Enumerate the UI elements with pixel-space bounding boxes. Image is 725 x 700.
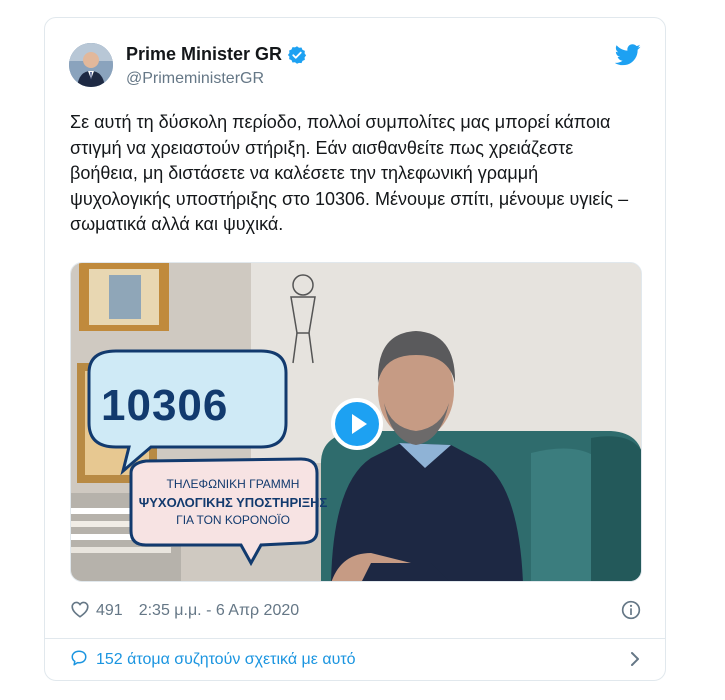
twitter-bird-icon[interactable] — [614, 44, 641, 66]
video-player[interactable]: 10306 ΤΗΛΕΦΩΝΙΚΗ ΓΡΑΜΜΗ ΨΥΧΟΛΟΓΙΚΗΣ ΥΠΟΣ… — [70, 262, 642, 582]
video-overlay-line-1: ΤΗΛΕΦΩΝΙΚΗ ΓΡΑΜΜΗ — [166, 477, 300, 491]
heart-icon[interactable] — [70, 600, 96, 623]
verified-badge-icon — [287, 45, 307, 65]
author-name[interactable]: Prime Minister GR — [126, 44, 282, 65]
tweet-timestamp[interactable]: 2:35 μ.μ. - 6 Απρ 2020 — [139, 602, 299, 620]
chevron-right-icon[interactable] — [629, 650, 641, 668]
discussion-link[interactable]: 152 άτομα συζητούν σχετικά με αυτό — [70, 649, 641, 671]
tweet-meta: 491 2:35 μ.μ. - 6 Απρ 2020 — [70, 600, 641, 622]
info-icon[interactable] — [621, 600, 641, 620]
avatar[interactable] — [69, 43, 113, 87]
tweet-header: Prime Minister GR @PrimeministerGR — [69, 40, 641, 90]
play-icon — [351, 414, 367, 434]
like-count[interactable]: 491 — [96, 602, 123, 620]
author-name-row[interactable]: Prime Minister GR — [126, 44, 307, 65]
video-overlay-number: 10306 — [101, 381, 229, 430]
tweet-card: Prime Minister GR @PrimeministerGR Σε αυ… — [44, 17, 666, 681]
author-handle[interactable]: @PrimeministerGR — [126, 70, 264, 88]
video-overlay-line-2: ΨΥΧΟΛΟΓΙΚΗΣ ΥΠΟΣΤΗΡΙΞΗΣ — [138, 495, 328, 510]
divider — [45, 638, 665, 639]
play-button[interactable] — [331, 398, 383, 450]
video-overlay-line-3: ΓΙΑ ΤΟΝ ΚΟΡΟΝΟΪΟ — [176, 513, 290, 527]
comment-bubble-icon — [70, 649, 96, 672]
discussion-label[interactable]: 152 άτομα συζητούν σχετικά με αυτό — [96, 651, 356, 669]
tweet-text: Σε αυτή τη δύσκολη περίοδο, πολλοί συμπο… — [70, 112, 629, 234]
